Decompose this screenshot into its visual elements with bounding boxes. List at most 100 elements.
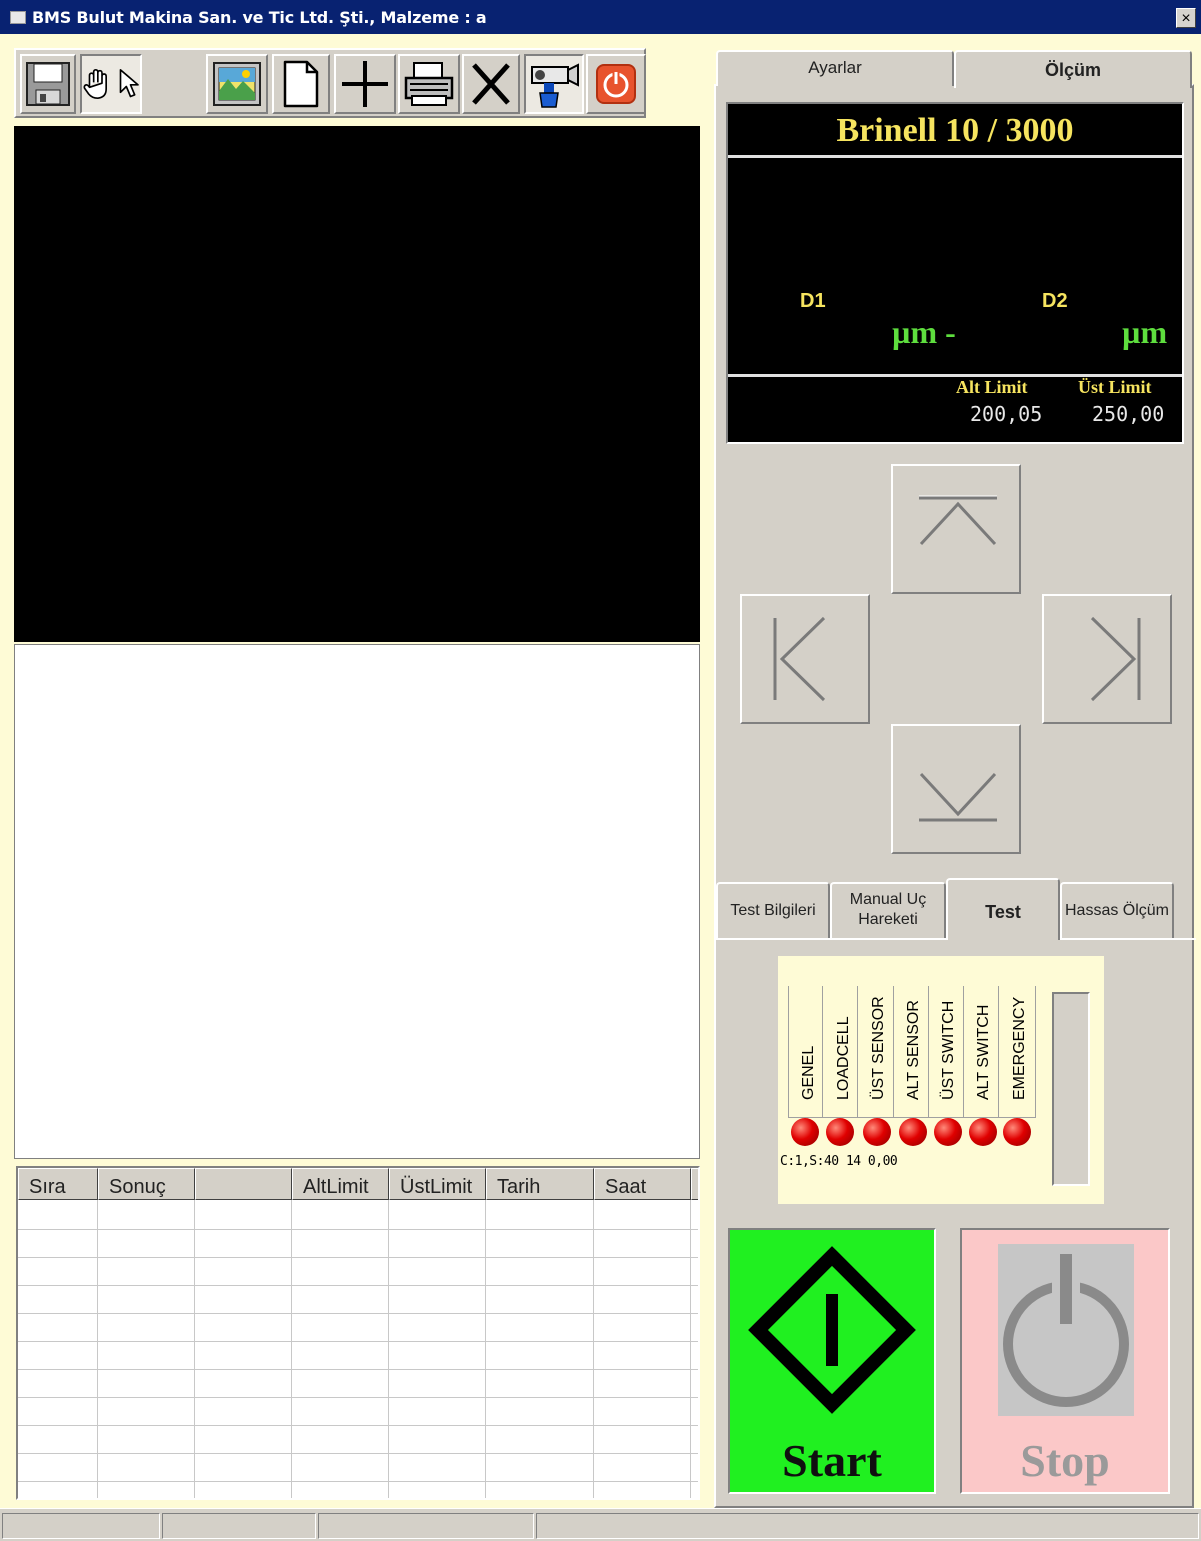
delete-button[interactable]: [462, 54, 520, 114]
arrow-right-icon: [1090, 616, 1141, 702]
led-alt-switch: [969, 1118, 997, 1146]
window-title: BMS Bulut Makina San. ve Tic Ltd. Şti., …: [32, 8, 487, 27]
camera-button[interactable]: [524, 54, 584, 114]
delete-icon: [472, 63, 510, 105]
d2-label: D2: [1042, 290, 1068, 312]
column-header-tarih[interactable]: Tarih: [486, 1168, 594, 1200]
results-grid[interactable]: Sıra Sonuç AltLimit ÜstLimit Tarih Saat: [16, 1166, 700, 1500]
status-text: C:1,S:40 14 0,00: [780, 1154, 898, 1169]
led-divider: [788, 986, 789, 1118]
led-label-ust-sensor: ÜST SENSOR: [870, 996, 887, 1100]
grid-col-line: [97, 1200, 98, 1498]
tab-manual-uc-hareketi[interactable]: Manual Uç Hareketi: [830, 882, 946, 938]
grid-col-line: [291, 1200, 292, 1498]
new-page-button[interactable]: [272, 54, 330, 114]
arrow-up-icon: [919, 495, 997, 546]
led-label-genel: GENEL: [800, 1045, 817, 1100]
app-icon: [10, 11, 26, 24]
upper-limit-label: Üst Limit: [1078, 377, 1152, 397]
led-ust-sensor: [863, 1118, 891, 1146]
arrow-left-icon: [773, 616, 826, 702]
test-method-title: Brinell 10 / 3000: [836, 112, 1074, 149]
grid-row-line: [18, 1313, 698, 1314]
picture-icon: [213, 62, 261, 106]
save-icon: [26, 62, 70, 106]
led-alt-sensor: [899, 1118, 927, 1146]
close-button[interactable]: ×: [1176, 8, 1196, 28]
grid-row-line: [18, 1229, 698, 1230]
start-button[interactable]: Start: [728, 1228, 936, 1494]
tab-test[interactable]: Test: [946, 878, 1060, 940]
print-icon: [404, 62, 454, 106]
column-header-saat[interactable]: Saat: [594, 1168, 691, 1200]
tab-manual-line1: Manual Uç: [849, 891, 927, 908]
led-genel: [791, 1118, 819, 1146]
lower-limit-label: Alt Limit: [956, 377, 1028, 397]
d1-unit: µm -: [892, 314, 956, 350]
led-label-emergency: EMERGENCY: [1011, 996, 1028, 1100]
add-point-button[interactable]: [334, 54, 396, 114]
start-label: Start: [782, 1435, 882, 1486]
led-ust-switch: [934, 1118, 962, 1146]
grid-col-line: [593, 1200, 594, 1498]
grid-row-line: [18, 1257, 698, 1258]
power-button[interactable]: [586, 54, 646, 114]
stop-label: Stop: [1020, 1435, 1110, 1486]
grid-col-line: [388, 1200, 389, 1498]
tab-test-bilgileri[interactable]: Test Bilgileri: [716, 882, 830, 938]
jog-right-button[interactable]: [1042, 594, 1172, 724]
tab-manual-line2: Hareketi: [858, 911, 918, 928]
upper-limit-value: 250,00: [1092, 402, 1165, 426]
new-page-icon: [283, 60, 319, 108]
arrow-down-icon: [919, 772, 997, 822]
hand-tool-button[interactable]: [80, 54, 142, 114]
crosshair-icon: [342, 61, 388, 107]
jog-up-button[interactable]: [891, 464, 1021, 594]
jog-left-button[interactable]: [740, 594, 870, 724]
print-button[interactable]: [398, 54, 460, 114]
camera-icon: [531, 63, 579, 108]
d1-label: D1: [800, 290, 826, 312]
led-emergency: [1003, 1118, 1031, 1146]
camera-view[interactable]: [14, 126, 700, 642]
pointer-icon: [119, 68, 140, 98]
display-separator: [728, 155, 1182, 158]
power-symbol-icon: [1003, 1254, 1129, 1407]
measurement-display: Brinell 10 / 3000 D1 D2 µm - µm Alt Limi…: [726, 102, 1184, 444]
grid-row-line: [18, 1397, 698, 1398]
status-panel-3: [318, 1513, 534, 1539]
tab-hassas-olcum[interactable]: Hassas Ölçüm: [1060, 882, 1174, 938]
status-panel-1: [2, 1513, 160, 1539]
tab-ayarlar[interactable]: Ayarlar: [716, 50, 954, 86]
status-bar: [0, 1508, 1201, 1541]
stop-button[interactable]: Stop: [960, 1228, 1170, 1494]
grid-row-line: [18, 1425, 698, 1426]
d2-unit: µm: [1122, 314, 1168, 350]
grid-col-line: [690, 1200, 691, 1498]
column-header-sonuc[interactable]: Sonuç: [98, 1168, 195, 1200]
grid-row-line: [18, 1285, 698, 1286]
led-loadcell: [826, 1118, 854, 1146]
power-icon: [596, 64, 636, 104]
led-label-alt-switch: ALT SWITCH: [975, 1004, 992, 1100]
save-button[interactable]: [20, 54, 76, 114]
tab-olcum[interactable]: Ölçüm: [954, 50, 1192, 88]
grid-row-line: [18, 1453, 698, 1454]
column-header-filler: [691, 1168, 698, 1200]
column-header-ustlimit[interactable]: ÜstLimit: [389, 1168, 486, 1200]
column-header-sira[interactable]: Sıra: [18, 1168, 98, 1200]
jog-down-button[interactable]: [891, 724, 1021, 854]
column-header-empty[interactable]: [195, 1168, 292, 1200]
status-panel-2: [162, 1513, 316, 1539]
led-label-ust-switch: ÜST SWITCH: [940, 1000, 957, 1100]
start-icon: [748, 1246, 916, 1414]
grid-row-line: [18, 1481, 698, 1482]
image-pane[interactable]: [14, 644, 700, 1159]
picture-button[interactable]: [206, 54, 268, 114]
toolbar: [14, 48, 646, 118]
led-label-alt-sensor: ALT SENSOR: [905, 1000, 922, 1100]
hand-icon: [83, 69, 107, 99]
progress-gauge: [1052, 992, 1090, 1186]
grid-col-line: [194, 1200, 195, 1498]
column-header-altlimit[interactable]: AltLimit: [292, 1168, 389, 1200]
